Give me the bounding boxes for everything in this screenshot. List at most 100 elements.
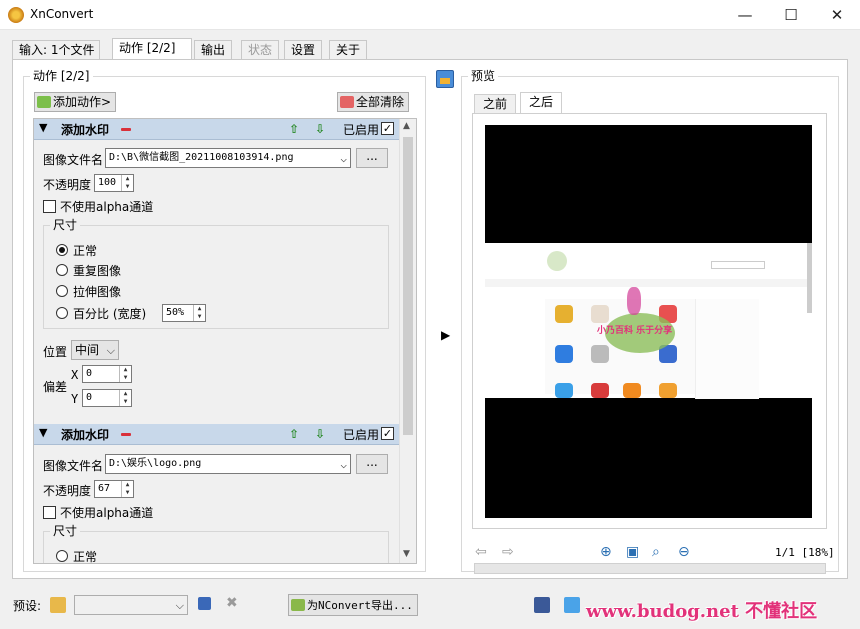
banner-text: 小乃百科 乐于分享: [597, 326, 673, 336]
collapse-icon[interactable]: ▼: [39, 426, 47, 439]
spinner-arrows-icon[interactable]: ▲ ▼: [121, 481, 133, 497]
zoom-in-icon[interactable]: ⊕: [600, 544, 612, 560]
minus-icon[interactable]: [121, 128, 131, 131]
no-alpha-checkbox[interactable]: [43, 200, 56, 213]
action-name: 添加水印: [61, 428, 110, 442]
minus-icon[interactable]: [121, 433, 131, 436]
opacity-spinner[interactable]: 67 ▲ ▼: [94, 480, 134, 498]
scroll-thumb[interactable]: [403, 137, 413, 435]
size-group-title: 尺寸: [50, 524, 81, 538]
opacity-spinner[interactable]: 100 ▲ ▼: [94, 174, 134, 192]
browse-button[interactable]: ...: [356, 148, 388, 168]
add-action-button[interactable]: 添加动作>: [34, 92, 117, 112]
collapse-icon[interactable]: ▼: [39, 121, 47, 134]
clear-all-button[interactable]: 全部清除: [337, 92, 410, 112]
action-list-scrollbar[interactable]: ▲ ▼: [399, 119, 416, 563]
enabled-checkbox[interactable]: ✓: [381, 427, 394, 440]
position-combo[interactable]: 中间 ⌵: [71, 340, 119, 360]
browse-button[interactable]: ...: [356, 454, 388, 474]
chevron-down-icon: ⌵: [106, 344, 115, 357]
offset-y-spinner[interactable]: 0 ▲ ▼: [82, 389, 132, 407]
enabled-label: 已启用: [343, 428, 380, 442]
size-group: 尺寸 正常: [43, 524, 389, 564]
preview-icon[interactable]: [436, 70, 454, 88]
action-header[interactable]: ▼ 添加水印 ⇧ ⇩ 已启用 ✓: [34, 119, 401, 140]
close-button[interactable]: ✕: [814, 0, 860, 30]
move-up-icon[interactable]: ⇧: [289, 122, 299, 136]
clear-icon: [340, 96, 354, 108]
zoom-actual-icon[interactable]: ⌕: [652, 544, 660, 560]
tab-actions[interactable]: 动作 [2/2]: [112, 38, 192, 60]
preview-image: 小乃百科 乐于分享: [485, 125, 812, 518]
size-tile-radio[interactable]: [56, 264, 68, 276]
file-combo[interactable]: D:\B\微信截图_20211008103914.png ⌵: [105, 148, 351, 168]
offset-x-spinner[interactable]: 0 ▲ ▼: [82, 365, 132, 383]
size-percent-radio[interactable]: [56, 307, 68, 319]
position-label: 位置: [43, 345, 68, 359]
maximize-button[interactable]: ☐: [768, 0, 814, 30]
no-alpha-checkbox[interactable]: [43, 506, 56, 519]
zoom-out-icon[interactable]: ⊖: [678, 544, 690, 560]
file-label: 图像文件名: [43, 459, 104, 473]
arrow-right-icon[interactable]: ⇨: [502, 544, 514, 560]
opacity-label: 不透明度: [43, 178, 92, 192]
size-normal-label: 正常: [73, 550, 98, 564]
tab-status[interactable]: 状态: [241, 40, 279, 60]
tab-input[interactable]: 输入: 1个文件: [12, 40, 100, 60]
file-label: 图像文件名: [43, 153, 104, 167]
scroll-down-icon[interactable]: ▼: [403, 549, 410, 559]
apply-arrow-icon[interactable]: ▶: [441, 328, 450, 342]
save-icon[interactable]: [198, 597, 211, 610]
spinner-arrows-icon[interactable]: ▲ ▼: [119, 366, 131, 382]
no-alpha-label: 不使用alpha通道: [60, 200, 154, 214]
export-nconvert-button[interactable]: 为NConvert导出...: [288, 594, 418, 616]
percent-spinner[interactable]: 50% ▲ ▼: [162, 304, 206, 322]
folder-icon[interactable]: [50, 597, 66, 613]
facebook-icon[interactable]: [534, 597, 550, 613]
offset-y-label: Y: [71, 392, 79, 406]
action-name: 添加水印: [61, 123, 110, 137]
spinner-arrows-icon[interactable]: ▲ ▼: [119, 390, 131, 406]
move-down-icon[interactable]: ⇩: [315, 122, 325, 136]
title-bar: XnConvert — ☐ ✕: [0, 0, 860, 30]
spinner-arrows-icon[interactable]: ▲ ▼: [121, 175, 133, 191]
site-watermark: www.budog.net 不懂社区: [586, 601, 818, 622]
file-combo[interactable]: D:\娱乐\logo.png ⌵: [105, 454, 351, 474]
preset-label: 预设:: [13, 599, 42, 613]
arrow-left-icon[interactable]: ⇦: [475, 544, 487, 560]
scroll-up-icon[interactable]: ▲: [403, 121, 410, 131]
size-normal-radio[interactable]: [56, 550, 68, 562]
size-stretch-radio[interactable]: [56, 285, 68, 297]
fit-icon[interactable]: ▣: [626, 544, 639, 560]
size-percent-label: 百分比 (宽度): [73, 307, 147, 321]
tab-output[interactable]: 输出: [194, 40, 232, 60]
bottom-bar: 预设: ⌵ ✖ 为NConvert导出... www.budog.net 不懂社…: [0, 585, 860, 629]
twitter-icon[interactable]: [564, 597, 580, 613]
size-group-title: 尺寸: [50, 218, 81, 232]
export-icon: [291, 599, 305, 611]
move-down-icon[interactable]: ⇩: [315, 427, 325, 441]
delete-icon[interactable]: ✖: [226, 595, 238, 611]
preview-scrollbar[interactable]: [474, 563, 826, 574]
minimize-button[interactable]: —: [722, 0, 768, 30]
tab-before[interactable]: 之前: [474, 94, 517, 114]
preview-group: 预览 之前 之后 小乃百科 乐于分享 ⇦ ⇨ ⊕ ▣ ⌕ ⊖ 1/1 [18%]: [461, 69, 839, 574]
actions-group: 动作 [2/2] 添加动作> 全部清除 ▼ 添加水印 ⇧ ⇩ 已启用 ✓ 图像文…: [23, 69, 426, 572]
opacity-label: 不透明度: [43, 484, 92, 498]
tab-about[interactable]: 关于: [329, 40, 367, 60]
preview-frame: 小乃百科 乐于分享: [472, 113, 827, 529]
enabled-label: 已启用: [343, 123, 380, 137]
window-title: XnConvert: [30, 7, 94, 21]
enabled-checkbox[interactable]: ✓: [381, 122, 394, 135]
preset-combo[interactable]: ⌵: [74, 595, 188, 615]
move-up-icon[interactable]: ⇧: [289, 427, 299, 441]
chevron-down-icon: ⌵: [175, 599, 184, 612]
spinner-arrows-icon[interactable]: ▲ ▼: [193, 305, 205, 321]
tab-settings[interactable]: 设置: [284, 40, 322, 60]
chevron-down-icon: ⌵: [340, 458, 347, 471]
tab-after[interactable]: 之后: [520, 92, 563, 114]
action-list[interactable]: ▼ 添加水印 ⇧ ⇩ 已启用 ✓ 图像文件名 D:\B\微信截图_2021100…: [33, 118, 417, 564]
size-normal-label: 正常: [73, 244, 98, 258]
action-header[interactable]: ▼ 添加水印 ⇧ ⇩ 已启用 ✓: [34, 424, 401, 445]
size-normal-radio[interactable]: [56, 244, 68, 256]
